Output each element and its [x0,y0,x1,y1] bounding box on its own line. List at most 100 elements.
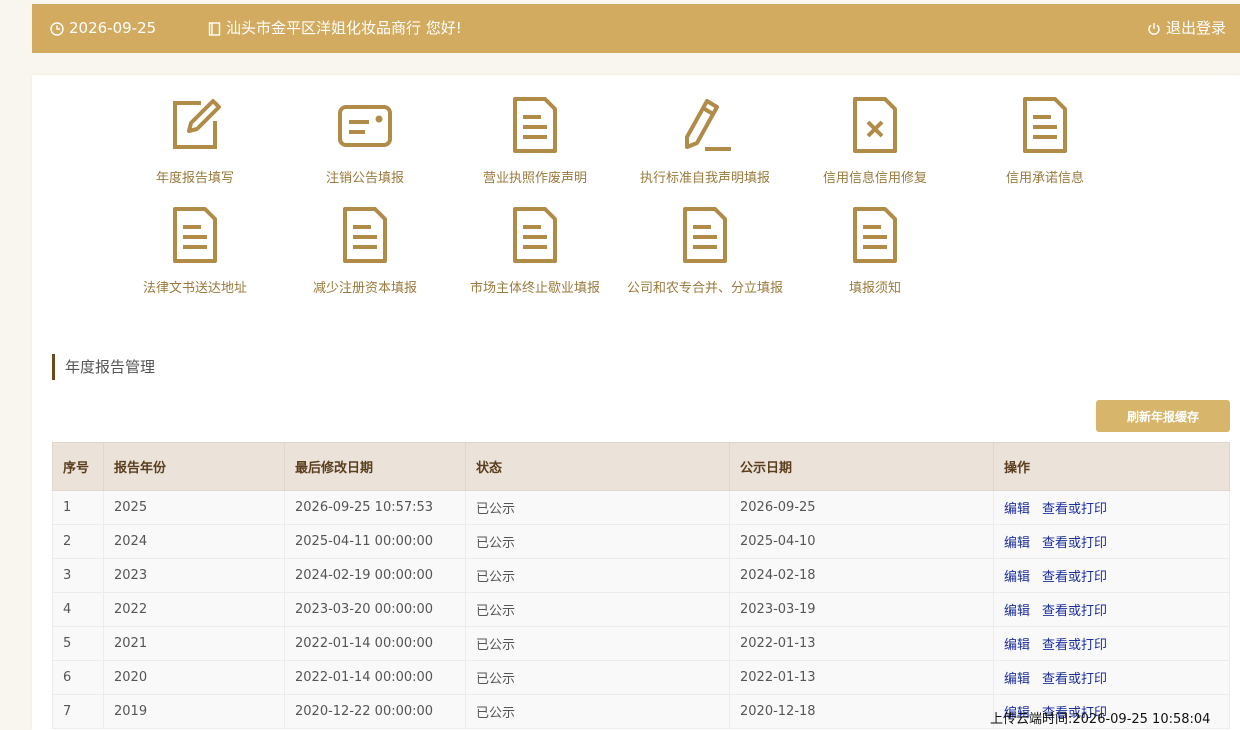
greeting-text: 汕头市金平区洋姐化妆品商行 您好! [226,19,462,37]
book-icon [208,21,221,36]
document-x-icon [853,97,897,153]
tile-label: 公司和农专合并、分立填报 [626,281,783,296]
cell-status: 已公示 [465,626,730,661]
logout-button[interactable]: 退出登录 [1147,4,1226,53]
tile-label: 信用信息信用修复 [822,171,927,186]
tile-filing-notice[interactable]: 填报须知 [790,205,960,305]
power-icon [1148,22,1160,35]
cell-status: 已公示 [465,660,730,695]
view-print-link[interactable]: 查看或打印 [1042,536,1107,551]
cell-year: 2019 [103,694,285,729]
current-date: 2026-09-25 [69,19,157,37]
tile-cancel-notice[interactable]: 注销公告填报 [280,95,450,195]
tile-merger-split[interactable]: 公司和农专合并、分立填报 [620,205,790,305]
cell-publish-date: 2024-02-18 [729,558,994,593]
cell-modified: 2022-01-14 00:00:00 [284,626,466,661]
cell-publish-date: 2023-03-19 [729,592,994,627]
tile-credit-commitment[interactable]: 信用承诺信息 [960,95,1130,195]
main-panel: 年度报告填写 注销公告填报 营业执照作废声明 执行标准自我声明填报 信用信息信用… [32,75,1240,730]
tile-annual-report[interactable]: 年度报告填写 [110,95,280,195]
cell-actions: 编辑 查看或打印 [993,592,1230,627]
edit-link[interactable]: 编辑 [1004,502,1030,517]
tile-label: 执行标准自我声明填报 [639,171,770,186]
date-display: 2026-09-25 [50,4,156,53]
tile-credit-repair[interactable]: 信用信息信用修复 [790,95,960,195]
table-row: 6 2020 2022-01-14 00:00:00 已公示 2022-01-1… [52,660,1230,695]
cell-year: 2021 [103,626,285,661]
view-print-link[interactable]: 查看或打印 [1042,570,1107,585]
tile-capital-reduction[interactable]: 减少注册资本填报 [280,205,450,305]
cell-publish-date: 2022-01-13 [729,660,994,695]
view-print-link[interactable]: 查看或打印 [1042,672,1107,687]
top-bar: 2026-09-25 汕头市金平区洋姐化妆品商行 您好! 退出登录 [32,4,1240,53]
logout-label: 退出登录 [1166,19,1227,37]
table-row: 5 2021 2022-01-14 00:00:00 已公示 2022-01-1… [52,626,1230,661]
document-icon [853,207,897,263]
cell-no: 5 [52,626,104,661]
cell-no: 7 [52,694,104,729]
cell-actions: 编辑 查看或打印 [993,660,1230,695]
cell-actions: 编辑 查看或打印 [993,490,1230,525]
col-header: 序号 [52,442,104,491]
cell-publish-date: 2025-04-10 [729,524,994,559]
cell-year: 2025 [103,490,285,525]
tile-label: 信用承诺信息 [1005,171,1084,186]
cell-status: 已公示 [465,694,730,729]
table-row: 3 2023 2024-02-19 00:00:00 已公示 2024-02-1… [52,558,1230,593]
cell-year: 2024 [103,524,285,559]
upload-time: 上传云端时间:2026-09-25 10:58:04 [990,712,1211,727]
cell-status: 已公示 [465,524,730,559]
tile-business-suspension[interactable]: 市场主体终止歇业填报 [450,205,620,305]
cell-status: 已公示 [465,490,730,525]
tile-label: 注销公告填报 [325,171,404,186]
cell-year: 2020 [103,660,285,695]
col-header: 操作 [993,442,1230,491]
view-print-link[interactable]: 查看或打印 [1042,502,1107,517]
tile-legal-address[interactable]: 法律文书送达地址 [110,205,280,305]
tile-standard-declaration[interactable]: 执行标准自我声明填报 [620,95,790,195]
edit-link[interactable]: 编辑 [1004,638,1030,653]
cell-modified: 2022-01-14 00:00:00 [284,660,466,695]
tile-label: 填报须知 [848,281,901,296]
cell-no: 2 [52,524,104,559]
document-icon [343,207,387,263]
tile-label: 年度报告填写 [155,171,234,186]
document-icon [683,207,727,263]
annual-report-table: 序号 报告年份 最后修改日期 状态 公示日期 操作 1 2025 2026-09… [52,442,1230,729]
cell-year: 2023 [103,558,285,593]
cell-modified: 2026-09-25 10:57:53 [284,490,466,525]
clock-icon [50,21,64,36]
cell-modified: 2023-03-20 00:00:00 [284,592,466,627]
edit-link[interactable]: 编辑 [1004,672,1030,687]
document-icon [173,207,217,263]
cell-no: 4 [52,592,104,627]
cell-no: 1 [52,490,104,525]
greeting: 汕头市金平区洋姐化妆品商行 您好! [208,4,462,53]
cell-actions: 编辑 查看或打印 [993,524,1230,559]
tile-license-void[interactable]: 营业执照作废声明 [450,95,620,195]
view-print-link[interactable]: 查看或打印 [1042,638,1107,653]
document-icon [513,207,557,263]
tile-label: 减少注册资本填报 [312,281,417,296]
col-header: 报告年份 [103,442,285,491]
edit-link[interactable]: 编辑 [1004,604,1030,619]
tile-label: 法律文书送达地址 [142,281,247,296]
col-header: 公示日期 [729,442,994,491]
view-print-link[interactable]: 查看或打印 [1042,604,1107,619]
edit-link[interactable]: 编辑 [1004,570,1030,585]
card-icon [338,105,392,147]
cell-modified: 2024-02-19 00:00:00 [284,558,466,593]
tile-label: 营业执照作废声明 [482,171,587,186]
cell-actions: 编辑 查看或打印 [993,626,1230,661]
document-icon [1023,97,1067,153]
cell-year: 2022 [103,592,285,627]
cell-status: 已公示 [465,592,730,627]
table-row: 2 2024 2025-04-11 00:00:00 已公示 2025-04-1… [52,524,1230,559]
col-header: 状态 [465,442,730,491]
tile-label: 市场主体终止歇业填报 [469,281,600,296]
pencil-icon [685,99,731,151]
cell-publish-date: 2022-01-13 [729,626,994,661]
cell-no: 6 [52,660,104,695]
refresh-cache-button[interactable]: 刷新年报缓存 [1096,400,1230,432]
edit-link[interactable]: 编辑 [1004,536,1030,551]
